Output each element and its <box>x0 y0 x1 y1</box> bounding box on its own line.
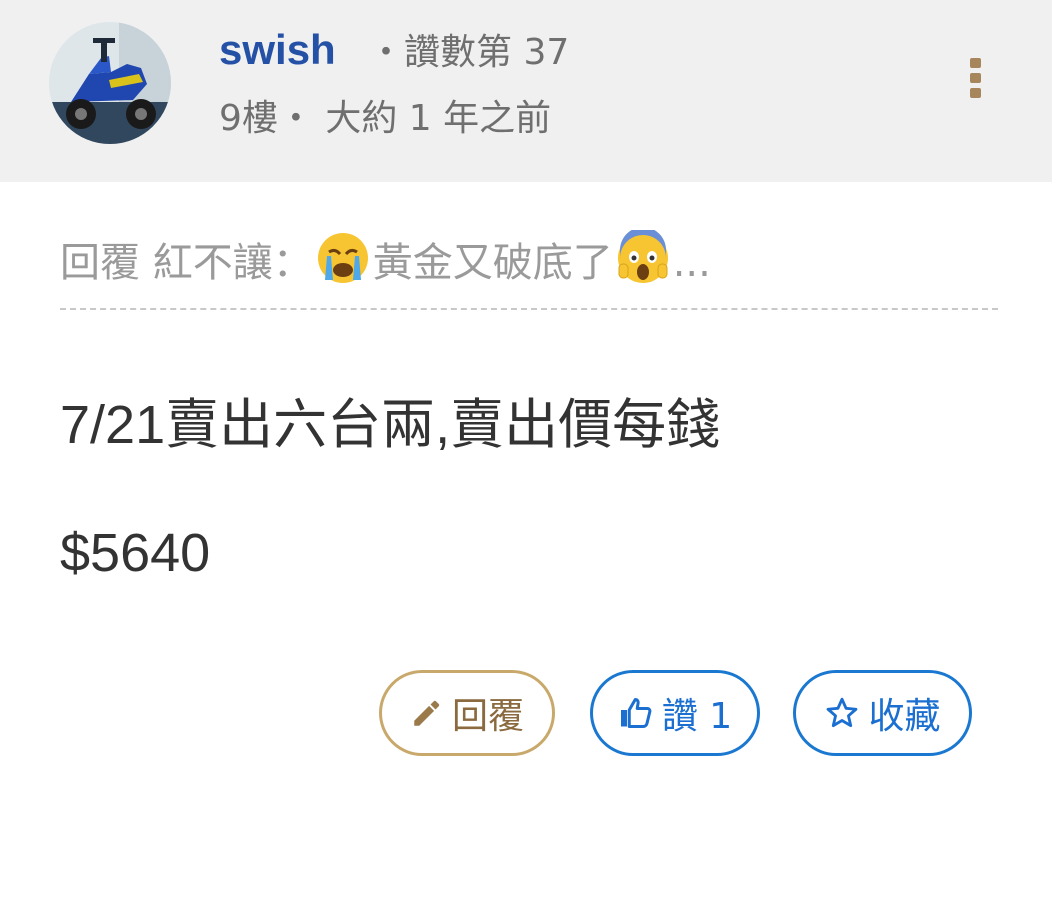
more-vertical-icon-dot <box>970 88 981 98</box>
quote-ellipsis: ... <box>672 240 711 286</box>
scooter-avatar-icon <box>49 22 171 144</box>
screaming-face-emoji <box>617 230 668 283</box>
reply-button[interactable]: 回覆 <box>379 670 555 756</box>
post-body-line: 7/21賣出六台兩,賣出價每錢 <box>60 395 721 455</box>
post-header: swish ・讚數第 37 9樓・ 大約 1 年之前 <box>0 0 1052 182</box>
post-meta: 9樓・ 大約 1 年之前 <box>219 96 551 142</box>
user-avatar[interactable] <box>49 22 171 144</box>
star-outline-icon <box>827 697 858 728</box>
floor-number: 9樓・ <box>219 98 314 139</box>
like-button[interactable]: 讚 1 <box>590 670 760 756</box>
favorite-button[interactable]: 收藏 <box>793 670 972 756</box>
like-label: 讚 1 <box>661 696 733 737</box>
quote-divider <box>60 308 998 310</box>
user-likes-rank: ・讚數第 37 <box>368 32 570 73</box>
more-vertical-icon <box>970 58 981 68</box>
quote-prefix: 回覆 紅不讓： <box>60 240 313 286</box>
reply-quote[interactable]: 回覆 紅不讓： 黃金又破底了 ... <box>60 230 1000 291</box>
post-time: 大約 1 年之前 <box>325 98 552 139</box>
more-options-button[interactable] <box>960 54 990 102</box>
post-body-price: $5640 <box>60 523 211 583</box>
thumbs-up-icon <box>620 698 652 728</box>
pencil-icon <box>414 700 440 726</box>
more-vertical-icon-dot <box>970 73 981 83</box>
quote-text: 黃金又破底了 <box>372 240 613 286</box>
username[interactable]: swish <box>219 24 336 76</box>
crying-face-emoji <box>317 233 368 283</box>
favorite-label: 收藏 <box>868 696 941 737</box>
reply-label: 回覆 <box>451 696 524 737</box>
